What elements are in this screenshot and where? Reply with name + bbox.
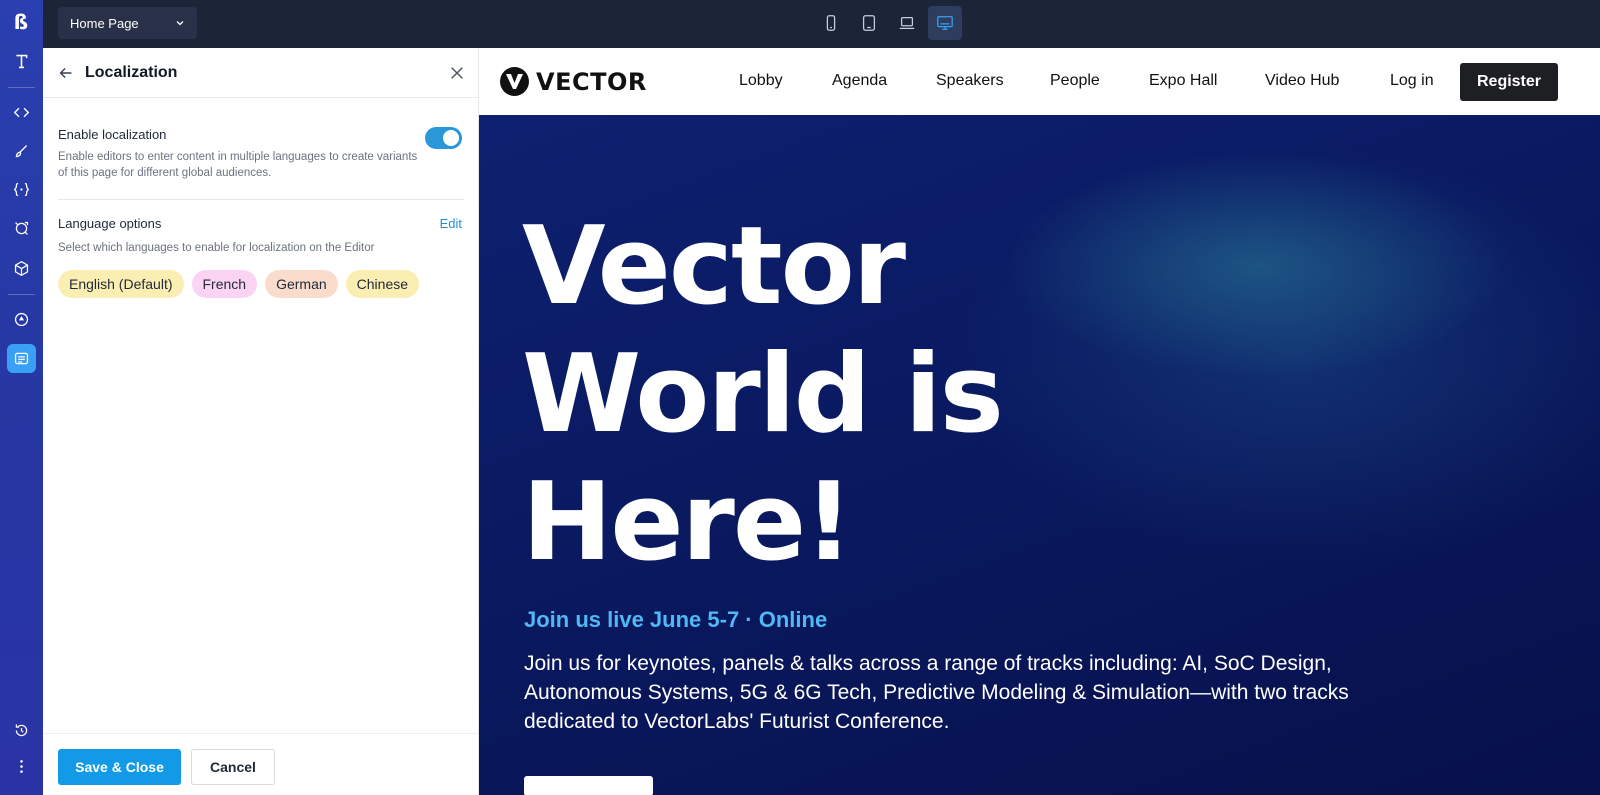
enable-localization-section: Enable localization Enable editors to en…	[58, 127, 464, 181]
site-navbar: VECTOR Lobby Agenda Speakers People Expo…	[479, 48, 1600, 115]
hero-cta-button[interactable]	[524, 776, 653, 795]
app-logo[interactable]: ß	[9, 10, 33, 34]
more-options-icon[interactable]	[7, 752, 36, 781]
rail-divider	[8, 87, 35, 88]
page-selector-label: Home Page	[70, 15, 139, 31]
hero-event-date: Join us live June 5-7 · Online	[524, 607, 828, 632]
code-icon[interactable]	[7, 98, 36, 127]
hero-section: Vector World is Here! Join us live June …	[479, 115, 1600, 795]
page-preview: VECTOR Lobby Agenda Speakers People Expo…	[479, 48, 1600, 795]
panel-title: Localization	[85, 63, 178, 81]
section-divider	[58, 199, 464, 200]
panel-footer: Save & Close Cancel	[43, 733, 478, 795]
edit-languages-link[interactable]: Edit	[440, 216, 462, 231]
language-options-label: Language options	[58, 216, 162, 231]
back-arrow-icon[interactable]	[57, 64, 75, 82]
text-tool-icon[interactable]	[7, 47, 36, 76]
top-bar: Home Page	[43, 0, 1600, 48]
page-selector[interactable]: Home Page	[58, 7, 197, 39]
enable-localization-help: Enable editors to enter content in multi…	[58, 151, 418, 179]
brand-name: VECTOR	[536, 67, 647, 96]
localization-panel: Localization Enable localization Enable …	[43, 48, 479, 795]
variables-icon[interactable]	[7, 175, 36, 204]
brush-icon[interactable]	[7, 137, 36, 166]
language-chips: English (Default) French German Chinese	[58, 270, 464, 298]
language-options-help: Select which languages to enable for loc…	[58, 242, 375, 254]
rail-divider	[8, 294, 35, 295]
toggle-knob	[443, 130, 459, 146]
cancel-button[interactable]: Cancel	[191, 749, 275, 785]
save-close-button[interactable]: Save & Close	[58, 749, 181, 785]
close-icon[interactable]	[448, 64, 466, 82]
hero-title: Vector World is Here!	[522, 204, 1004, 585]
mobile-icon[interactable]	[814, 6, 848, 40]
enable-localization-label: Enable localization	[58, 127, 167, 142]
desktop-icon[interactable]	[928, 6, 962, 40]
nav-link-expo-hall[interactable]: Expo Hall	[1149, 72, 1217, 90]
language-chip-french[interactable]: French	[191, 270, 258, 298]
nav-link-log-in[interactable]: Log in	[1390, 72, 1434, 90]
nav-link-agenda[interactable]: Agenda	[832, 72, 887, 90]
language-options-section: Language options Edit Select which langu…	[58, 216, 464, 298]
vector-logo-icon	[500, 67, 529, 96]
language-chip-english[interactable]: English (Default)	[58, 270, 184, 298]
hero-description: Join us for keynotes, panels & talks acr…	[524, 652, 1349, 733]
device-switcher	[814, 6, 962, 40]
nav-link-video-hub[interactable]: Video Hub	[1265, 72, 1339, 90]
language-chip-german[interactable]: German	[265, 270, 338, 298]
tool-rail: ß	[0, 0, 43, 795]
tablet-icon[interactable]	[852, 6, 886, 40]
enable-localization-toggle[interactable]	[425, 127, 462, 149]
register-button[interactable]: Register	[1460, 63, 1558, 101]
language-chip-chinese[interactable]: Chinese	[345, 270, 420, 298]
site-brand[interactable]: VECTOR	[500, 67, 647, 96]
ai-icon[interactable]	[7, 214, 36, 243]
page-settings-icon[interactable]	[7, 344, 36, 373]
nav-link-people[interactable]: People	[1050, 72, 1100, 90]
publish-icon[interactable]	[7, 305, 36, 334]
history-icon[interactable]	[7, 716, 36, 745]
nav-link-speakers[interactable]: Speakers	[936, 72, 1004, 90]
nav-link-lobby[interactable]: Lobby	[739, 72, 783, 90]
chevron-down-icon	[176, 21, 184, 26]
cube-icon[interactable]	[7, 254, 36, 283]
panel-header: Localization	[43, 48, 478, 98]
laptop-icon[interactable]	[890, 6, 924, 40]
